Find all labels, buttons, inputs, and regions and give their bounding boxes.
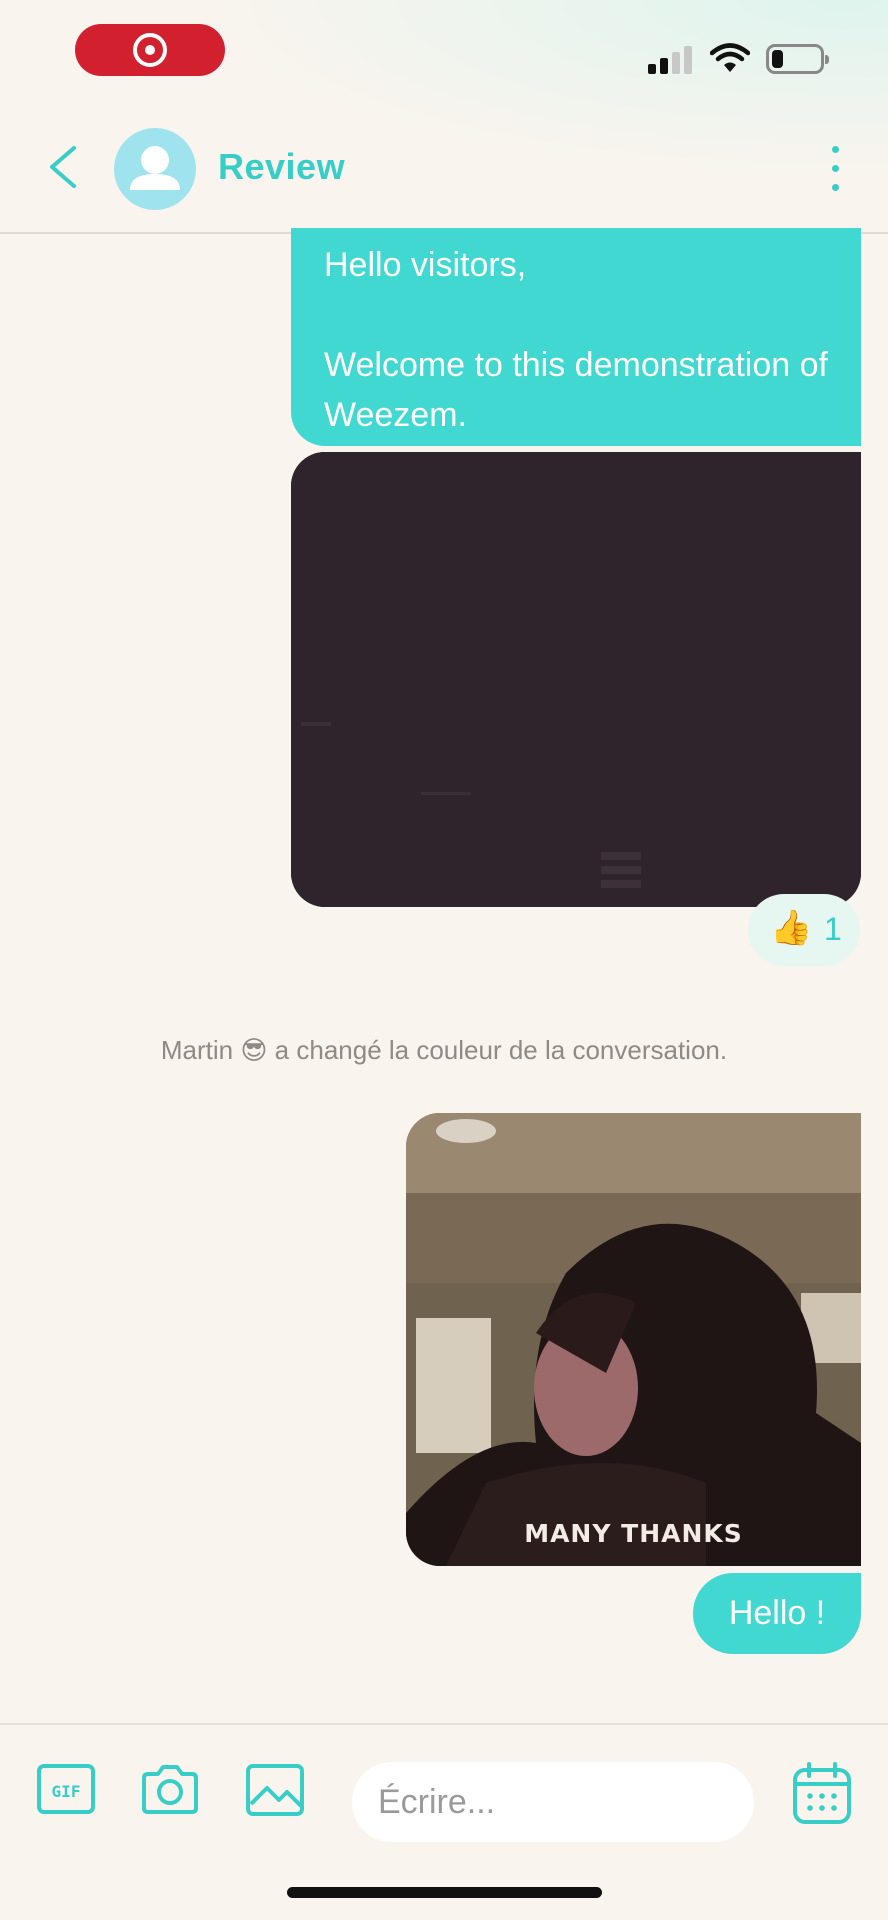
composer-divider <box>0 1723 888 1725</box>
video-message[interactable] <box>291 452 861 907</box>
gif-label: GIF <box>52 1782 81 1801</box>
video-thumbnail <box>291 452 861 907</box>
gif-icon: GIF <box>37 1764 95 1814</box>
person-icon <box>130 146 180 190</box>
battery-icon <box>766 44 829 74</box>
reaction-count: 1 <box>824 911 842 947</box>
message-input[interactable] <box>352 1762 754 1842</box>
screen-record-icon <box>133 33 167 67</box>
system-message: Martin 😎 a changé la couleur de la conve… <box>160 1035 728 1065</box>
battery-level-fill <box>772 50 783 68</box>
screen-record-indicator[interactable] <box>75 24 225 76</box>
chevron-left-icon[interactable] <box>44 144 84 190</box>
image-icon <box>246 1764 304 1816</box>
camera-icon <box>142 1765 198 1814</box>
sent-message-bubble[interactable]: Hello ! <box>693 1573 861 1654</box>
avatar[interactable] <box>114 128 196 210</box>
wifi-icon <box>710 43 750 72</box>
gif-button[interactable]: GIF <box>36 1762 96 1818</box>
sent-message-bubble[interactable]: Hello visitors, Welcome to this demonstr… <box>291 228 861 446</box>
conversation-title[interactable]: Review <box>218 146 345 188</box>
gif-message[interactable]: MANY THANKS <box>406 1113 861 1566</box>
vertical-dots-icon[interactable] <box>830 146 840 192</box>
cellular-signal-icon <box>648 44 696 74</box>
calendar-icon <box>793 1762 851 1824</box>
thumbs-up-icon: 👍 <box>770 909 813 947</box>
gif-caption: MANY THANKS <box>524 1519 743 1548</box>
image-button[interactable] <box>245 1762 305 1818</box>
gif-image <box>406 1113 861 1566</box>
reaction-badge[interactable]: 👍 1 <box>748 894 860 966</box>
home-indicator[interactable] <box>287 1887 602 1898</box>
calendar-button[interactable] <box>792 1762 852 1826</box>
camera-button[interactable] <box>140 1762 200 1818</box>
